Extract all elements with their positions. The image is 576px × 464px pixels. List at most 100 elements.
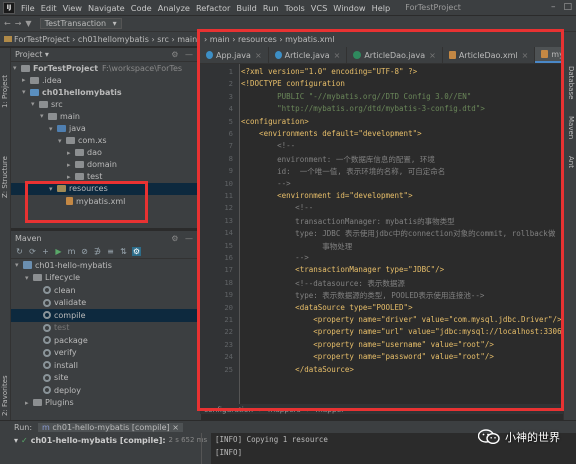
collapse-arrow-icon[interactable]: ▾ [14,436,18,445]
maven-tree-item[interactable]: verify [11,347,201,360]
expand-arrow-icon[interactable]: ▾ [22,88,30,96]
maven-tree-item[interactable]: compile [11,309,201,322]
project-tree-item[interactable]: ▸ .idea [11,74,201,86]
structure-tool-tab[interactable]: Z: Structure [1,156,9,198]
maven-panel-actions[interactable]: ⚙ — [171,234,195,243]
expand-arrow-icon[interactable]: ▾ [58,137,66,145]
maven-tree-item[interactable]: site [11,372,201,385]
expand-icon[interactable]: ⇅ [119,247,128,256]
menu-run[interactable]: Run [260,3,282,13]
toggle-offline-icon[interactable]: ⊘ [80,247,89,256]
menu-navigate[interactable]: Navigate [85,3,128,13]
skip-tests-icon[interactable]: ∌ [93,247,102,256]
maven-tree-item[interactable]: package [11,334,201,347]
reload-icon[interactable]: ↻ [15,247,24,256]
settings-toggle-icon[interactable]: ⚙ [132,247,141,256]
minimize-icon[interactable]: – [551,2,556,12]
expand-arrow-icon[interactable]: ▾ [49,185,57,193]
crumb-resources[interactable]: resources [238,35,277,44]
expand-arrow-icon[interactable]: ▸ [67,149,75,157]
maven-tree-item[interactable]: ▾ Lifecycle [11,272,201,285]
maven-tree-item[interactable]: deploy [11,384,201,397]
expand-arrow-icon[interactable]: ▸ [67,173,75,181]
crumb-module[interactable]: ch01hellomybatis [78,35,149,44]
project-tree-item[interactable]: ▾ com.xs [11,135,201,147]
expand-arrow-icon[interactable]: ▾ [25,274,33,282]
project-tool-tab[interactable]: 1: Project [1,75,9,108]
crumb-main[interactable]: main [177,35,197,44]
editor-tab[interactable]: ArticleDao.xml × [443,47,536,63]
run-config-selector[interactable]: TestTransaction ▾ [39,18,122,29]
maven-tree-item[interactable]: ▸ Plugins [11,397,201,410]
close-icon[interactable]: × [255,51,262,60]
add-icon[interactable]: + [41,247,50,256]
menu-view[interactable]: View [60,3,85,13]
project-tree-item[interactable]: ▸ domain [11,159,201,171]
xml-crumb-mappers[interactable]: mappers [268,405,301,414]
maven-tool-tab[interactable]: Maven [567,116,575,139]
expand-arrow-icon[interactable]: ▾ [15,261,23,269]
close-icon[interactable]: × [522,51,529,60]
menu-help[interactable]: Help [369,3,394,13]
maven-tree-item[interactable]: validate [11,297,201,310]
project-tree-item[interactable]: ▾ resources [11,182,201,196]
project-tree-item[interactable]: ▾ main [11,110,201,122]
maven-tree-item[interactable]: install [11,359,201,372]
code-line: <transactionManager type="JDBC"/> [241,265,445,275]
maven-tree-item[interactable]: clean [11,284,201,297]
project-panel-title[interactable]: Project [15,50,42,59]
database-tool-tab[interactable]: Database [567,66,575,99]
expand-arrow-icon[interactable]: ▸ [22,76,30,84]
crumb-file[interactable]: mybatis.xml [285,35,334,44]
run-config-arrow-icon[interactable]: ▼ [25,19,31,28]
expand-arrow-icon[interactable]: ▾ [40,112,48,120]
project-tree-item[interactable]: ▾ ForTestProject F:\workspace\ForTes [11,62,201,74]
menu-tools[interactable]: Tools [282,3,308,13]
close-icon[interactable]: × [334,51,341,60]
maven-tree-item[interactable]: test [11,322,201,335]
menu-edit[interactable]: Edit [38,3,60,13]
expand-arrow-icon[interactable]: ▾ [49,125,57,133]
xml-crumb-configuration[interactable]: configuration [204,405,253,414]
favorites-tool-tab[interactable]: 2: Favorites [1,375,9,416]
menu-window[interactable]: Window [330,3,368,13]
expand-arrow-icon[interactable]: ▾ [31,100,39,108]
back-arrow-icon[interactable]: ← [4,19,11,28]
project-tree-item[interactable]: ▾ src [11,98,201,110]
menu-code[interactable]: Code [128,3,155,13]
menu-file[interactable]: File [18,3,38,13]
execute-goal-icon[interactable]: m [67,247,76,256]
expand-arrow-icon[interactable]: ▸ [25,399,33,407]
project-tree-item[interactable]: ▸ test [11,171,201,183]
project-tree-item[interactable]: ▾ java [11,122,201,134]
editor-tab[interactable]: Article.java × [269,47,348,63]
project-panel-actions[interactable]: ⚙ — [171,50,195,59]
project-tree-item[interactable]: ▸ dao [11,147,201,159]
generate-sources-icon[interactable]: ⟳ [28,247,37,256]
forward-arrow-icon[interactable]: → [15,19,22,28]
expand-arrow-icon[interactable]: ▸ [67,161,75,169]
crumb-project[interactable]: ForTestProject [14,35,70,44]
expand-arrow-icon[interactable]: ▾ [13,64,21,72]
code-editor[interactable]: 1 2 3 4 5 6 7 8 9 10 11 12 13 14 15 16 17 18 19 20 21 22 23 24 2… [200,64,576,404]
crumb-src[interactable]: src [157,35,169,44]
maximize-icon[interactable]: □ [563,2,572,12]
crumb-main-2[interactable]: main [210,35,230,44]
menu-vcs[interactable]: VCS [308,3,331,13]
maven-tree-item[interactable]: ▾ ch01-hello-mybatis [11,259,201,272]
editor-tab[interactable]: ArticleDao.java × [347,47,443,63]
run-tab[interactable]: m ch01-hello-mybatis [compile] × [38,422,183,432]
project-tree-item[interactable]: ▾ ch01hellomybatis [11,86,201,98]
show-dependencies-icon[interactable]: ≡ [106,247,115,256]
menu-analyze[interactable]: Analyze [155,3,193,13]
project-tree-item[interactable]: mybatis.xml [11,195,201,207]
code-area[interactable]: <?xml version="1.0" encoding="UTF-8" ?> <… [241,64,576,404]
menu-refactor[interactable]: Refactor [193,3,233,13]
run-item-label[interactable]: ch01-hello-mybatis [compile]: [31,436,166,445]
close-icon[interactable]: × [429,51,436,60]
menu-build[interactable]: Build [233,3,260,13]
run-icon[interactable]: ▶ [54,247,63,256]
ant-tool-tab[interactable]: Ant [567,156,575,168]
xml-crumb-mapper[interactable]: mapper [316,405,345,414]
editor-tab[interactable]: App.java × [200,47,269,63]
